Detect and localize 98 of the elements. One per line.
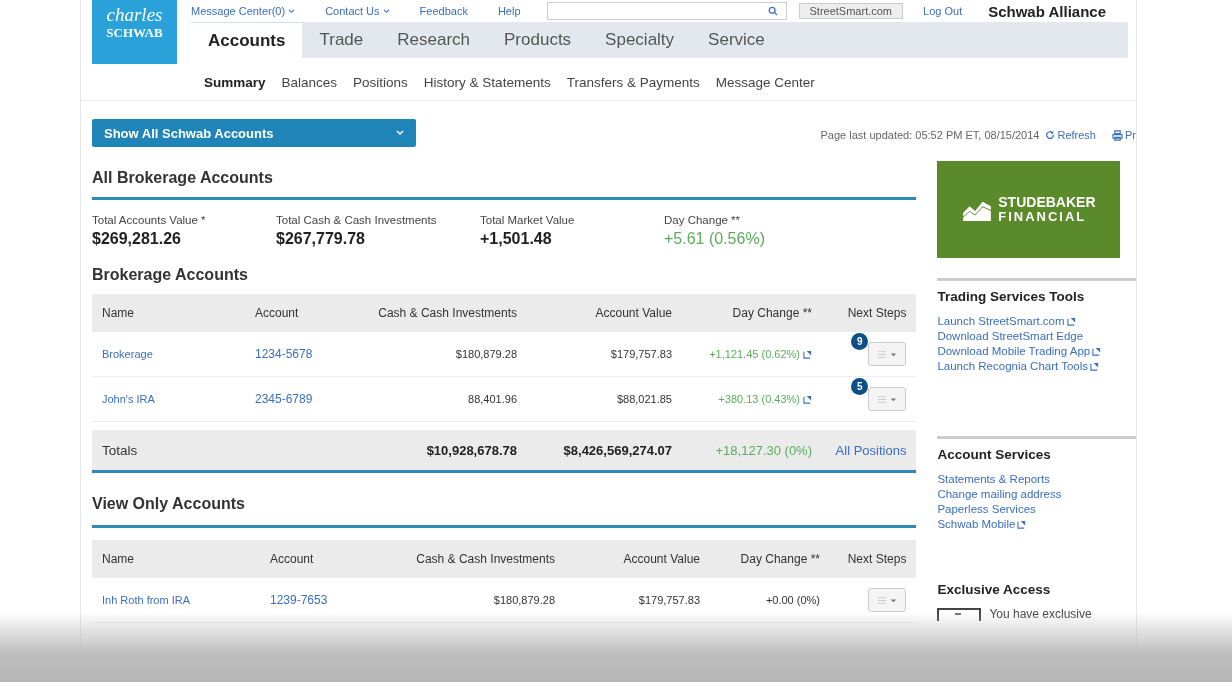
sidebar-link[interactable]: Statements & Reports: [937, 472, 1050, 487]
column-header: Name: [102, 306, 135, 320]
stat-label: Total Accounts Value *: [92, 214, 207, 226]
table-cell: $10,928,678.78: [426, 442, 517, 458]
logout-link[interactable]: Log Out: [923, 5, 963, 17]
totals-label: Totals: [102, 442, 139, 458]
banner-title: STUDEBAKER: [998, 194, 1096, 211]
account-selector[interactable]: Show All Schwab Accounts: [92, 119, 416, 147]
last-updated-text: Page last updated: 05:52 PM ET, 08/15/2014: [820, 129, 1040, 141]
section-title: View Only Accounts: [92, 495, 917, 528]
top-link[interactable]: Feedback: [419, 5, 468, 17]
banner-subtitle: FINANCIAL: [998, 210, 1088, 225]
stat-value: $267,779.78: [276, 230, 366, 248]
refresh-icon[interactable]: [1045, 130, 1056, 140]
subnav-tab[interactable]: Balances: [281, 74, 338, 90]
stat-value: +1,501.48: [480, 230, 553, 248]
external-link-icon[interactable]: [1092, 347, 1102, 356]
section-title: All Brokerage Accounts: [92, 169, 917, 200]
table-cell: $8,426,569,274.07: [563, 442, 672, 458]
top-link[interactable]: Message Center(0): [191, 5, 296, 17]
subnav-tab[interactable]: Message Center: [715, 74, 815, 90]
section-title: Brokerage Accounts: [92, 266, 249, 284]
subnav-tab[interactable]: Transfers & Payments: [566, 74, 700, 90]
top-link[interactable]: Help: [497, 5, 521, 17]
column-header: Cash & Cash Investments: [416, 552, 555, 566]
stat-label: Day Change **: [664, 214, 742, 226]
sidebar-link[interactable]: Launch StreetSmart.com: [937, 314, 1065, 329]
column-header: Account Value: [623, 552, 700, 566]
external-link-icon[interactable]: [1017, 520, 1027, 529]
account-name-link[interactable]: Inh Roth from IRA: [102, 594, 191, 606]
subnav-tab[interactable]: Summary: [204, 74, 266, 90]
chevron-icon[interactable]: [396, 130, 404, 136]
account-number-link[interactable]: 1239-7653: [270, 593, 328, 607]
print-link[interactable]: Pr: [1112, 129, 1136, 141]
account-number-link[interactable]: 2345-6789: [255, 392, 313, 406]
nav-tab[interactable]: Products: [487, 22, 589, 58]
day-change-value: +0.00 (0%): [765, 594, 820, 606]
subnav-tab[interactable]: History & Statements: [423, 74, 551, 90]
sidebar-heading: Exclusive Access: [937, 582, 1052, 597]
streetsmart-button[interactable]: StreetSmart.com: [798, 3, 904, 19]
table-cell: 88,401.96: [468, 393, 517, 405]
account-number-link[interactable]: 1234-5678: [255, 347, 313, 361]
account-name-link[interactable]: John's IRA: [102, 393, 155, 405]
column-header: Account Value: [595, 306, 672, 320]
nav-tab[interactable]: Trade: [302, 22, 381, 58]
caret-icon[interactable]: [382, 8, 390, 14]
nav-tab[interactable]: Specialty: [588, 22, 692, 58]
column-header: Day Change **: [732, 306, 812, 320]
account-name-link[interactable]: Brokerage: [102, 348, 153, 360]
table-cell: $179,757.83: [610, 348, 672, 360]
column-header: Name: [102, 552, 135, 566]
nav-tab[interactable]: Service: [691, 22, 782, 58]
column-header: Next Steps: [847, 306, 907, 320]
print-icon[interactable]: [1112, 129, 1123, 141]
table-cell: $180,879.28: [455, 348, 517, 360]
day-change-value: +1,121.45 (0.62%): [709, 348, 800, 360]
stat-value: $269,281.26: [92, 230, 182, 248]
sidebar-link[interactable]: Download StreetSmart Edge: [937, 329, 1084, 344]
stat-label: Total Cash & Cash Investments: [276, 214, 438, 226]
column-header: Next Steps: [847, 552, 907, 566]
caret-icon[interactable]: [288, 8, 296, 14]
sidebar-link[interactable]: Launch Recognia Chart Tools: [937, 359, 1089, 374]
external-link-icon[interactable]: [803, 349, 812, 359]
external-link-icon[interactable]: [1090, 362, 1100, 371]
table-cell: $179,757.83: [638, 594, 700, 606]
sidebar-link[interactable]: Paperless Services: [937, 502, 1036, 517]
search-field[interactable]: [546, 2, 787, 20]
column-header: Account: [270, 552, 315, 566]
day-change-value: +380.13 (0.43%): [718, 393, 800, 405]
all-positions-link[interactable]: All Positions: [835, 442, 907, 458]
sidebar-link[interactable]: Change mailing address: [937, 487, 1062, 502]
alliance-title: Schwab Alliance: [988, 2, 1106, 20]
notification-badge: 5: [851, 378, 869, 395]
nav-tab[interactable]: Accounts: [191, 22, 303, 58]
sidebar-link[interactable]: Schwab Mobile: [937, 517, 1016, 532]
table-cell: $180,879.28: [493, 594, 555, 606]
refresh-link[interactable]: Refresh: [1045, 129, 1096, 141]
external-link-icon[interactable]: [803, 394, 812, 404]
column-header: Cash & Cash Investments: [378, 306, 517, 320]
advisor-banner[interactable]: STUDEBAKER FINANCIAL: [937, 161, 1121, 258]
stat-value: +5.61 (0.56%): [664, 230, 765, 248]
column-header: Account: [255, 306, 300, 320]
sidebar-heading: Account Services: [937, 447, 1052, 462]
sidebar-link[interactable]: Download Mobile Trading App: [937, 344, 1091, 359]
top-link[interactable]: Contact Us: [325, 5, 390, 17]
external-link-icon[interactable]: [1066, 317, 1076, 326]
subnav-tab[interactable]: Positions: [353, 74, 408, 90]
column-header: Day Change **: [740, 552, 820, 566]
stat-label: Total Market Value: [480, 214, 576, 226]
search-icon[interactable]: [767, 6, 778, 16]
table-cell: $88,021.85: [616, 393, 672, 405]
day-change-value: +18,127.30 (0%): [715, 442, 812, 458]
screen-icon: [937, 607, 982, 621]
sidebar-heading: Trading Services Tools: [937, 289, 1086, 304]
notification-badge: 9: [851, 333, 869, 350]
nav-tab[interactable]: Research: [380, 22, 487, 58]
schwab-logo[interactable]: charles SCHWAB: [92, 0, 177, 64]
exclusive-text: You have exclusive: [989, 607, 1092, 621]
